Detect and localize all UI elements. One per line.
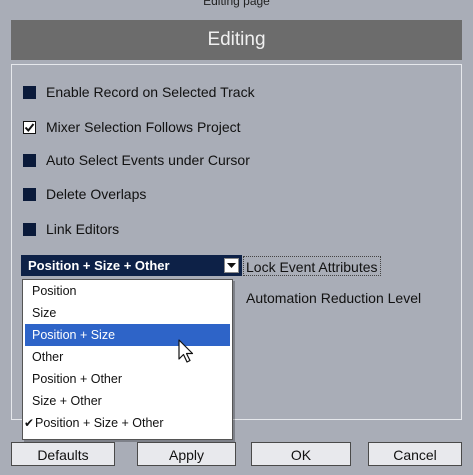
checkbox[interactable] [23,187,36,201]
chevron-down-icon[interactable] [224,258,239,273]
option-label: Mixer Selection Follows Project [46,119,241,135]
option-label: Enable Record on Selected Track [46,84,255,100]
lock-attributes-select[interactable]: Position + Size + Other [21,255,242,276]
mouse-pointer-icon [178,339,194,363]
checkbox-checked[interactable] [23,120,36,134]
automation-reduction-label: Automation Reduction Level [246,290,422,306]
option-label: Auto Select Events under Cursor [46,152,250,168]
checkmark-icon: ✔ [24,416,35,430]
ok-button[interactable]: OK [251,442,351,466]
option-label: Link Editors [46,221,120,237]
top-clipped-label: Editing page [203,0,270,8]
checkbox[interactable] [23,153,36,167]
section-header: Editing [11,20,462,60]
menu-item[interactable]: Other [23,346,232,368]
defaults-button[interactable]: Defaults [11,442,115,466]
option-enable-record[interactable]: Enable Record on Selected Track [23,82,255,102]
select-value: Position + Size + Other [28,258,170,273]
menu-item-selected[interactable]: ✔ Position + Size + Other [23,412,232,434]
menu-item[interactable]: Position + Other [23,368,232,390]
option-link-editors[interactable]: Link Editors [23,219,119,239]
option-label: Delete Overlaps [46,186,147,202]
option-delete-overlaps[interactable]: Delete Overlaps [23,184,146,204]
checkmark-icon [24,122,35,132]
checkbox[interactable] [23,85,36,99]
menu-item[interactable]: Position [23,280,232,302]
lock-attributes-label: Lock Event Attributes [243,256,381,276]
checkbox[interactable] [23,222,36,236]
menu-item[interactable]: Size + Other [23,390,232,412]
menu-item-highlighted[interactable]: Position + Size [25,324,230,346]
menu-item-label: Position + Size + Other [35,416,164,430]
option-auto-select-events[interactable]: Auto Select Events under Cursor [23,150,250,170]
option-mixer-selection[interactable]: Mixer Selection Follows Project [23,117,241,137]
apply-button[interactable]: Apply [137,442,236,466]
lock-attributes-dropdown-menu: Position Size Position + Size Other Posi… [22,279,233,440]
cancel-button[interactable]: Cancel [368,442,462,466]
menu-item[interactable]: Size [23,302,232,324]
